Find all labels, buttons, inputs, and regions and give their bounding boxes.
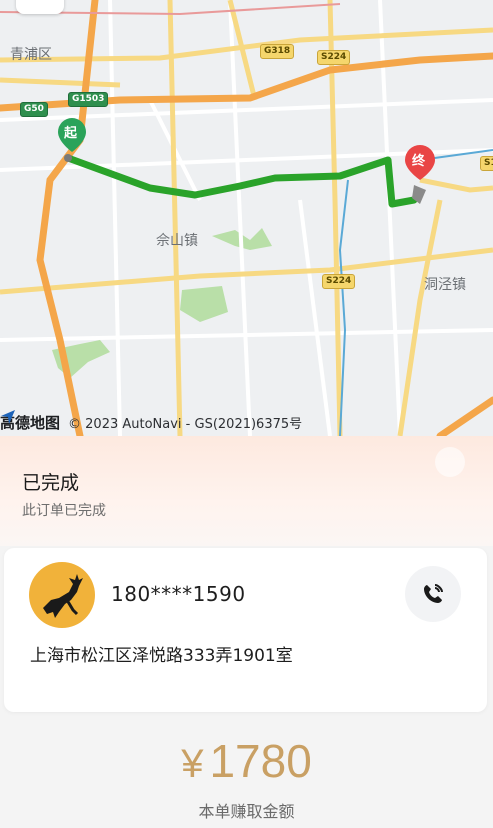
avatar bbox=[29, 562, 95, 628]
map-label-sheshan: 佘山镇 bbox=[156, 233, 198, 249]
shield-s224-mid: S224 bbox=[322, 274, 356, 289]
map-attribution: 高德地图 © 2023 AutoNavi - GS(2021)6375号 bbox=[0, 409, 302, 435]
map-copyright: © 2023 AutoNavi - GS(2021)6375号 bbox=[68, 416, 303, 432]
navigation-arrow-icon bbox=[1, 410, 15, 424]
start-marker-label: 起 bbox=[64, 126, 78, 141]
order-status-subtitle: 此订单已完成 bbox=[22, 503, 106, 519]
deer-logo-icon bbox=[43, 574, 83, 618]
shield-g1503: G1503 bbox=[68, 92, 109, 107]
currency-symbol: ¥ bbox=[181, 742, 204, 786]
customer-address: 上海市松江区泽悦路333弄1901室 bbox=[30, 646, 293, 666]
earnings-amount: ¥1780 bbox=[0, 734, 493, 788]
shield-g318: G318 bbox=[260, 44, 295, 59]
customer-phone: 180****1590 bbox=[111, 582, 246, 606]
call-button[interactable] bbox=[405, 566, 461, 622]
map-label-qingpu: 青浦区 bbox=[10, 47, 52, 63]
route-map[interactable]: 青浦区 佘山镇 洞泾镇 G318 S224 G50 G1503 S224 S1 … bbox=[0, 0, 493, 436]
shield-s224-top: S224 bbox=[317, 50, 351, 65]
map-label-dongjing: 洞泾镇 bbox=[424, 277, 466, 293]
map-top-control[interactable] bbox=[16, 0, 64, 14]
shield-g50: G50 bbox=[20, 102, 48, 117]
decorative-circle bbox=[435, 447, 465, 477]
map-canvas bbox=[0, 0, 493, 436]
order-status-title: 已完成 bbox=[22, 472, 80, 494]
end-marker-label: 终 bbox=[412, 154, 426, 169]
shield-s-right: S1 bbox=[480, 156, 493, 171]
phone-icon bbox=[424, 584, 443, 603]
earnings-value: 1780 bbox=[209, 735, 312, 787]
earnings-label: 本单赚取金额 bbox=[198, 802, 295, 821]
